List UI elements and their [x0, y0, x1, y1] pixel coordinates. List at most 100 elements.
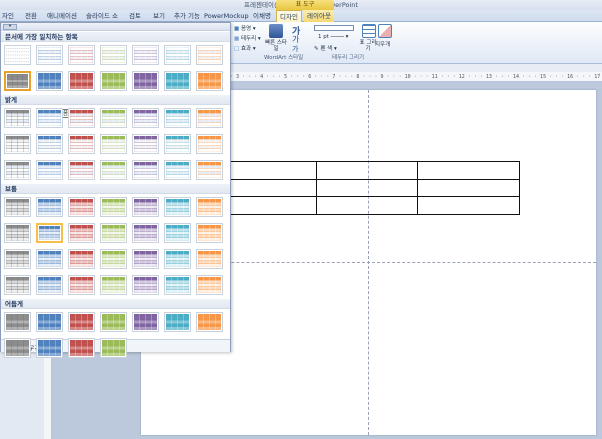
table-styles-gallery[interactable]: ▾ 스타일 없음, 표 눈금 표 지우기(C) ⋯ 문서에 가장 일치하는 항목…	[0, 22, 231, 358]
table-style-swatch[interactable]	[164, 197, 191, 217]
table-cell[interactable]	[315, 196, 419, 215]
table-style-swatch[interactable]	[36, 108, 63, 128]
table-style-swatch[interactable]	[36, 249, 63, 269]
table-style-swatch[interactable]	[132, 160, 159, 180]
tab-powermockup[interactable]: PowerMockup	[204, 10, 249, 22]
table-style-swatch[interactable]	[4, 45, 31, 65]
table-style-swatch[interactable]	[196, 249, 223, 269]
table-style-swatch[interactable]	[132, 71, 159, 91]
table-style-swatch[interactable]	[132, 249, 159, 269]
table-style-swatch[interactable]	[4, 134, 31, 154]
table-style-swatch[interactable]	[196, 275, 223, 295]
tab-slideshow[interactable]: 슬라이드 쇼	[82, 10, 122, 22]
table-style-swatch[interactable]	[164, 108, 191, 128]
table-style-swatch[interactable]	[164, 275, 191, 295]
table-style-swatch[interactable]	[196, 197, 223, 217]
table-style-swatch[interactable]	[100, 71, 127, 91]
table-style-swatch[interactable]	[196, 71, 223, 91]
table-style-swatch[interactable]	[68, 275, 95, 295]
table-style-swatch[interactable]	[4, 223, 31, 243]
table-cell[interactable]	[315, 178, 419, 198]
tab-view[interactable]: 보기	[148, 10, 170, 22]
pen-color-button[interactable]: ✎ 펜 색 ▾	[314, 44, 337, 52]
table-style-swatch[interactable]	[196, 45, 223, 65]
table-style-swatch[interactable]	[164, 45, 191, 65]
table-style-swatch[interactable]	[4, 275, 31, 295]
table-style-swatch[interactable]	[68, 249, 95, 269]
table-style-swatch[interactable]	[100, 275, 127, 295]
effects-button[interactable]: □ 효과 ▾	[234, 44, 256, 52]
table-style-swatch[interactable]	[4, 197, 31, 217]
tab-user[interactable]: 이채명	[250, 10, 274, 22]
table-style-swatch[interactable]	[164, 223, 191, 243]
pen-weight-dropdown[interactable]: 1 pt ──── ▾	[318, 34, 348, 40]
tab-addins[interactable]: 추가 기능	[172, 10, 202, 22]
tab-transitions[interactable]: 전환	[20, 10, 42, 22]
table-style-swatch[interactable]	[4, 338, 31, 358]
quick-styles-button[interactable]: 빠른 스타일	[264, 40, 288, 52]
table-style-swatch[interactable]	[164, 249, 191, 269]
table-style-swatch[interactable]	[36, 45, 63, 65]
table-style-swatch[interactable]	[4, 249, 31, 269]
table-style-swatch[interactable]	[36, 71, 63, 91]
table-style-swatch[interactable]	[36, 197, 63, 217]
shading-button[interactable]: ■ 음영 ▾	[234, 24, 256, 32]
table-style-swatch[interactable]	[68, 108, 95, 128]
slide-table[interactable]	[214, 161, 520, 215]
table-style-swatch[interactable]	[100, 108, 127, 128]
table-style-swatch[interactable]	[132, 312, 159, 332]
table-style-swatch[interactable]	[4, 160, 31, 180]
table-style-swatch[interactable]	[196, 160, 223, 180]
table-style-swatch[interactable]	[68, 71, 95, 91]
table-cell[interactable]	[417, 178, 520, 198]
table-style-swatch[interactable]	[4, 71, 31, 91]
table-style-swatch[interactable]	[164, 312, 191, 332]
table-style-swatch[interactable]	[100, 338, 127, 358]
table-style-swatch[interactable]	[68, 134, 95, 154]
table-style-swatch[interactable]	[68, 197, 95, 217]
table-style-swatch[interactable]	[36, 134, 63, 154]
table-style-swatch[interactable]	[68, 312, 95, 332]
table-style-swatch[interactable]	[68, 45, 95, 65]
table-cell[interactable]	[417, 196, 520, 215]
table-cell[interactable]	[417, 161, 520, 180]
gallery-selector-button[interactable]: ▾	[3, 24, 17, 30]
table-style-swatch[interactable]	[132, 223, 159, 243]
table-style-swatch[interactable]	[164, 71, 191, 91]
table-style-swatch[interactable]	[132, 134, 159, 154]
tab-design-partial[interactable]: 자인	[0, 10, 16, 22]
table-style-swatch[interactable]	[132, 197, 159, 217]
table-style-swatch[interactable]	[36, 160, 63, 180]
table-style-swatch[interactable]	[36, 338, 63, 358]
table-style-swatch[interactable]	[100, 223, 127, 243]
table-style-swatch[interactable]	[68, 338, 95, 358]
borders-button[interactable]: ▦ 테두리 ▾	[234, 34, 261, 42]
pen-style-dropdown[interactable]	[314, 25, 354, 31]
table-style-swatch[interactable]	[100, 134, 127, 154]
table-style-swatch[interactable]	[164, 134, 191, 154]
table-style-swatch[interactable]	[36, 223, 63, 243]
table-style-swatch[interactable]	[68, 223, 95, 243]
tab-table-layout[interactable]: 레이아웃	[304, 10, 334, 22]
table-style-swatch[interactable]	[132, 275, 159, 295]
table-cell[interactable]	[315, 161, 419, 180]
table-style-swatch[interactable]	[196, 312, 223, 332]
table-style-swatch[interactable]	[100, 197, 127, 217]
table-style-swatch[interactable]	[36, 275, 63, 295]
table-style-swatch[interactable]	[196, 134, 223, 154]
eraser-button[interactable]: 지우개	[375, 40, 390, 48]
tab-animations[interactable]: 애니메이션	[44, 10, 80, 22]
table-style-swatch[interactable]	[4, 312, 31, 332]
table-style-swatch[interactable]	[196, 108, 223, 128]
table-style-swatch[interactable]	[68, 160, 95, 180]
table-style-swatch[interactable]	[100, 160, 127, 180]
table-style-swatch[interactable]	[100, 45, 127, 65]
table-style-swatch[interactable]	[100, 249, 127, 269]
table-style-swatch[interactable]	[4, 108, 31, 128]
table-style-swatch[interactable]	[132, 108, 159, 128]
table-style-swatch[interactable]	[132, 45, 159, 65]
tab-review[interactable]: 검토	[124, 10, 146, 22]
table-style-swatch[interactable]	[164, 160, 191, 180]
table-style-swatch[interactable]	[36, 312, 63, 332]
table-style-swatch[interactable]	[196, 223, 223, 243]
